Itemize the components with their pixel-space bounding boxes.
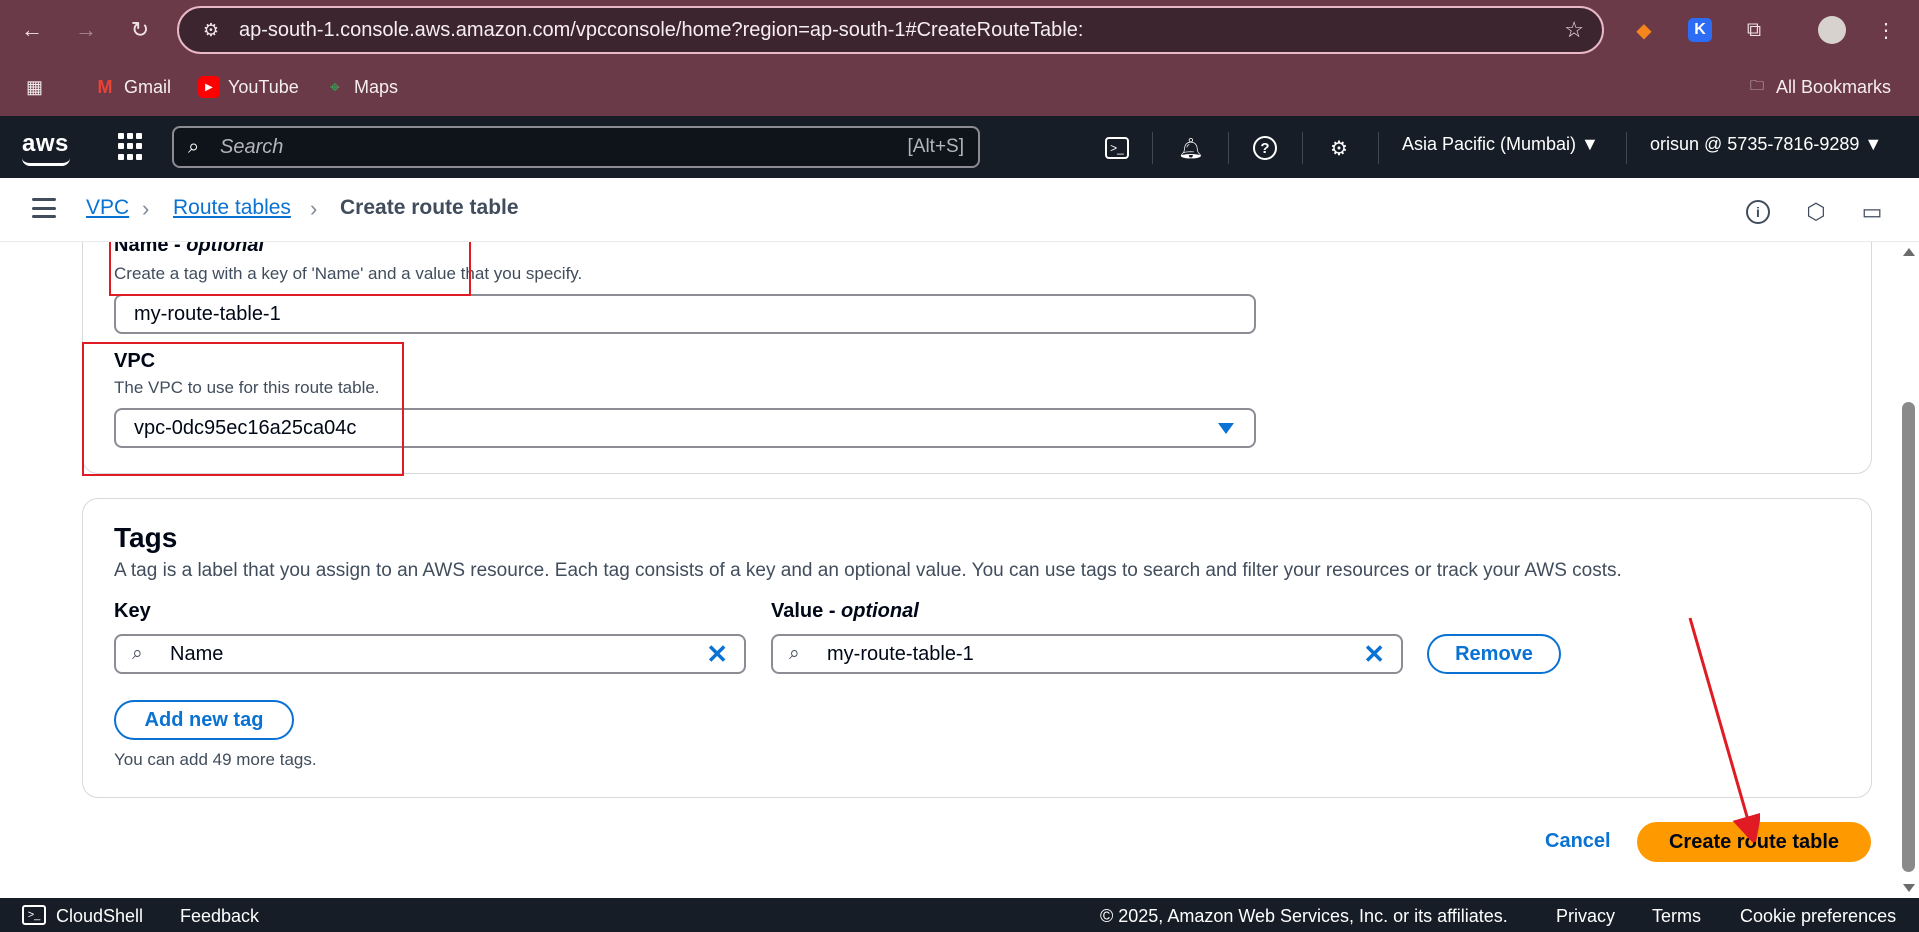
search-icon: ⌕: [132, 643, 143, 664]
bookmark-star-icon[interactable]: ☆: [1564, 17, 1584, 43]
scrollbar-thumb[interactable]: [1902, 402, 1915, 872]
site-settings-icon[interactable]: ⚙: [191, 20, 231, 41]
chevron-right-icon: ›: [142, 196, 150, 221]
value-label-text: Value -: [771, 600, 842, 622]
remove-tag-button[interactable]: Remove: [1427, 634, 1561, 674]
info-icon[interactable]: i: [1744, 198, 1772, 226]
side-nav-menu-icon[interactable]: [32, 198, 56, 218]
annotation-box-vpc: [82, 342, 404, 476]
aws-logo[interactable]: aws: [22, 130, 70, 166]
breadcrumb-current: Create route table: [340, 196, 519, 219]
value-column-label: Value - optional: [771, 600, 919, 623]
extensions-puzzle-icon[interactable]: ⧉: [1738, 14, 1770, 46]
cloudshell-footer-icon[interactable]: >_: [22, 905, 46, 925]
cookie-preferences-link[interactable]: Cookie preferences: [1740, 906, 1896, 927]
privacy-link[interactable]: Privacy: [1556, 906, 1615, 927]
scroll-down-arrow[interactable]: [1903, 884, 1915, 892]
bookmark-gmail[interactable]: M Gmail: [94, 72, 172, 102]
metamask-extension-icon[interactable]: ◆: [1628, 14, 1660, 46]
search-icon: ⌕: [188, 135, 200, 158]
annotation-box-name: [109, 242, 471, 296]
search-placeholder[interactable]: Search: [220, 136, 908, 159]
all-bookmarks[interactable]: 🗀 All Bookmarks: [1746, 72, 1891, 102]
name-input-value[interactable]: my-route-table-1: [134, 303, 1254, 326]
bookmark-label: Gmail: [124, 76, 172, 97]
search-icon: ⌕: [789, 643, 800, 664]
search-shortcut: [Alt+S]: [907, 136, 965, 157]
k-extension-icon[interactable]: K: [1684, 14, 1716, 46]
clear-icon[interactable]: ✕: [706, 639, 728, 670]
bookmark-youtube[interactable]: ▶ YouTube: [198, 72, 299, 102]
main-content: Name - optional Create a tag with a key …: [0, 242, 1898, 898]
aws-logo-text: aws: [22, 130, 69, 157]
cancel-button[interactable]: Cancel: [1545, 830, 1611, 853]
aws-search[interactable]: ⌕ Search [Alt+S]: [172, 126, 980, 168]
profile-avatar[interactable]: [1816, 14, 1848, 46]
cloudshell-link[interactable]: CloudShell: [56, 906, 143, 927]
tag-value-value[interactable]: my-route-table-1: [827, 643, 1363, 666]
tag-key-value[interactable]: Name: [170, 643, 706, 666]
apps-grid-icon[interactable]: ▦: [26, 72, 43, 102]
all-bookmarks-label: All Bookmarks: [1776, 76, 1892, 97]
feedback-link[interactable]: Feedback: [180, 906, 259, 927]
tags-remaining-hint: You can add 49 more tags.: [114, 750, 317, 769]
forward-icon[interactable]: →: [70, 14, 102, 46]
tag-key-input[interactable]: ⌕ Name ✕: [114, 634, 746, 674]
settings-gear-icon[interactable]: ⚙: [1324, 133, 1354, 163]
tag-value-input[interactable]: ⌕ my-route-table-1 ✕: [771, 634, 1403, 674]
reload-icon[interactable]: ↻: [124, 14, 156, 46]
bookmark-maps[interactable]: ⌖ Maps: [324, 72, 398, 102]
breadcrumb-bar: VPC › Route tables › Create route table …: [0, 178, 1919, 242]
clear-icon[interactable]: ✕: [1363, 639, 1385, 670]
caret-down-icon: [1218, 422, 1234, 434]
help-icon[interactable]: ?: [1250, 133, 1280, 163]
notifications-bell-icon[interactable]: 🔔︎: [1176, 133, 1206, 163]
page-scrollbar[interactable]: [1898, 242, 1919, 898]
maps-icon: ⌖: [329, 76, 341, 97]
account-menu[interactable]: orisun @ 5735-7816-9289 ▼: [1650, 134, 1882, 155]
bookmark-label: YouTube: [228, 76, 299, 97]
optional-text: optional: [841, 600, 919, 622]
breadcrumb-route-tables[interactable]: Route tables: [173, 196, 291, 220]
breadcrumb-vpc[interactable]: VPC: [86, 196, 129, 220]
display-settings-icon[interactable]: ▭: [1858, 198, 1886, 226]
copyright-text: © 2025, Amazon Web Services, Inc. or its…: [1100, 906, 1508, 926]
cloudshell-icon[interactable]: >_: [1102, 133, 1132, 163]
region-selector[interactable]: Asia Pacific (Mumbai) ▼: [1402, 134, 1599, 155]
tags-description: A tag is a label that you assign to an A…: [114, 560, 1622, 581]
gmail-icon: M: [97, 76, 113, 97]
aws-footer: >_ CloudShell Feedback © 2025, Amazon We…: [0, 898, 1919, 932]
aws-top-nav: aws ⌕ Search [Alt+S] >_ 🔔︎ ? ⚙ Asia Paci…: [0, 116, 1919, 178]
address-bar[interactable]: ⚙ ap-south-1.console.aws.amazon.com/vpcc…: [177, 6, 1604, 54]
terms-link[interactable]: Terms: [1652, 906, 1701, 927]
annotation-arrow: [1688, 617, 1760, 842]
folder-icon: 🗀: [1750, 77, 1764, 93]
chevron-right-icon: ›: [310, 196, 318, 221]
tags-heading: Tags: [114, 522, 178, 553]
url-text[interactable]: ap-south-1.console.aws.amazon.com/vpccon…: [239, 19, 1564, 42]
services-menu-icon[interactable]: [118, 133, 146, 161]
browser-menu-icon[interactable]: ⋮: [1870, 14, 1902, 46]
browser-chrome: ← → ↻ ⚙ ap-south-1.console.aws.amazon.co…: [0, 0, 1919, 116]
scroll-up-arrow[interactable]: [1903, 248, 1915, 256]
hexagon-settings-icon[interactable]: ⬡: [1802, 198, 1830, 226]
youtube-icon: ▶: [198, 76, 220, 98]
add-new-tag-button[interactable]: Add new tag: [114, 700, 294, 740]
back-icon[interactable]: ←: [16, 14, 48, 46]
name-input[interactable]: my-route-table-1: [114, 294, 1256, 334]
key-column-label: Key: [114, 600, 151, 622]
bookmark-label: Maps: [354, 76, 399, 97]
